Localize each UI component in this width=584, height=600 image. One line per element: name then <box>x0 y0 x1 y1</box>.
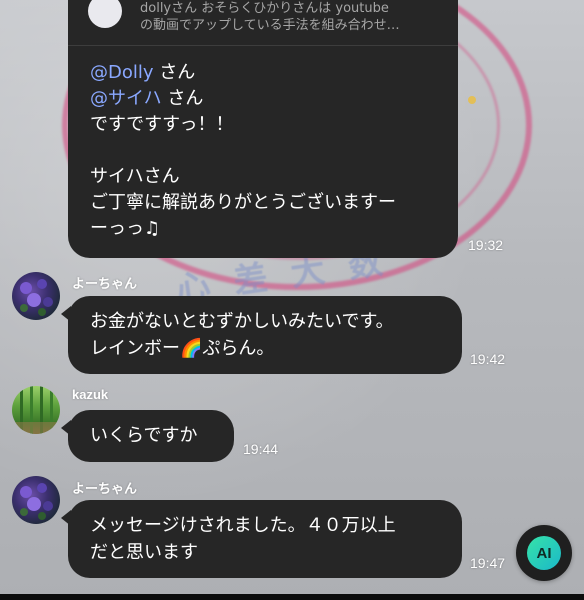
sender-name: よーちゃん <box>72 481 138 496</box>
mention-line: @Dolly さん <box>90 62 196 83</box>
message-line: サイハさん <box>90 166 180 187</box>
sender-name: よーちゃん <box>72 276 138 291</box>
message-bubble[interactable]: いくらですか <box>61 410 234 462</box>
message-line: ですですすっ！！ <box>90 114 234 135</box>
message-line: だと思います <box>90 542 198 563</box>
mention-line: @サイハ さん <box>90 88 204 109</box>
avatar[interactable] <box>12 386 60 434</box>
message-line: ご丁寧に解説ありがとうございますー <box>90 192 396 213</box>
message-text: @Dolly さん @サイハ さん ですですすっ！！ サイハさん ご丁寧に解説あ… <box>90 60 444 242</box>
bamboo-avatar-icon <box>12 386 60 434</box>
bottom-bar <box>0 594 584 600</box>
rainbow-emoji: 🌈 <box>180 338 203 359</box>
ai-icon: AI <box>527 536 561 570</box>
message-time: 19:47 <box>470 555 506 571</box>
message-bubble[interactable]: メッセージけされました。４０万以上 だと思います <box>61 500 462 578</box>
mention-link[interactable]: @Dolly <box>90 62 154 83</box>
message-line: お金がないとむずかしいみたいです。 <box>90 311 394 332</box>
flower-avatar-icon <box>20 279 53 316</box>
reply-preview-line: の動画でアップしている手法を組み合わせ… <box>140 18 400 33</box>
reply-preview-line: dollyさん おそらくひかりさんは youtube <box>140 1 389 16</box>
mention-link[interactable]: @サイハ <box>90 88 162 109</box>
bubble-tail <box>61 306 71 322</box>
message-bubble-reply[interactable]: dollyさん おそらくひかりさんは youtube の動画でアップしている手法… <box>68 0 458 258</box>
message-line: いくらですか <box>90 425 198 446</box>
avatar[interactable] <box>12 476 60 524</box>
message-time: 19:42 <box>470 351 506 367</box>
message-line: レインボー🌈ぷらん。 <box>90 338 275 359</box>
message-time: 19:44 <box>243 441 279 457</box>
message-line: メッセージけされました。４０万以上 <box>90 515 396 536</box>
bubble-tail <box>61 510 71 526</box>
reply-avatar <box>88 0 122 28</box>
stamp-dot <box>468 96 476 104</box>
message-time: 19:32 <box>468 237 504 253</box>
message-line: ーっっ♫ <box>90 218 161 239</box>
flower-avatar-icon <box>20 483 53 520</box>
avatar[interactable] <box>12 272 60 320</box>
ai-assistant-button[interactable]: AI <box>516 525 572 581</box>
bubble-tail <box>61 420 71 436</box>
reply-preview[interactable]: dollyさん おそらくひかりさんは youtube の動画でアップしている手法… <box>68 0 458 46</box>
message-bubble[interactable]: お金がないとむずかしいみたいです。 レインボー🌈ぷらん。 <box>61 296 462 374</box>
message-line-blank <box>90 138 444 164</box>
sender-name: kazuk <box>72 387 109 402</box>
